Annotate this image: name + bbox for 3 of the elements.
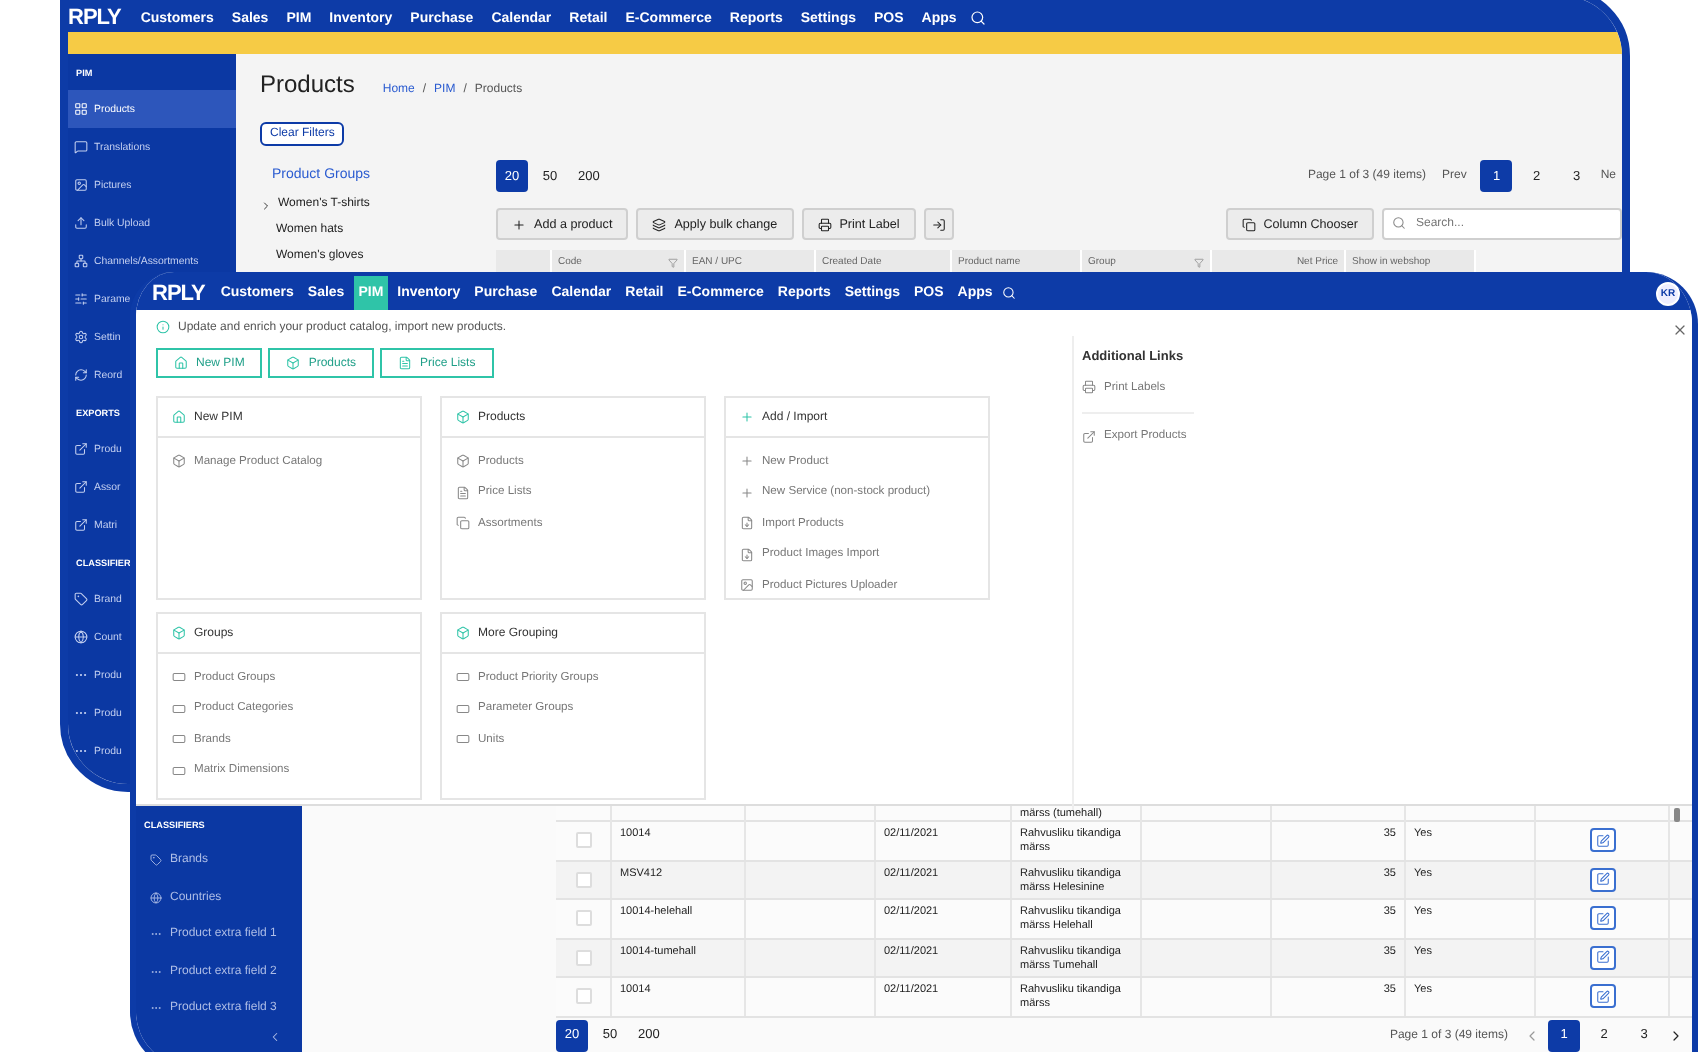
page-title: Products xyxy=(260,70,355,98)
logo: RPLY xyxy=(68,6,121,30)
logo: RPLY xyxy=(152,281,205,305)
